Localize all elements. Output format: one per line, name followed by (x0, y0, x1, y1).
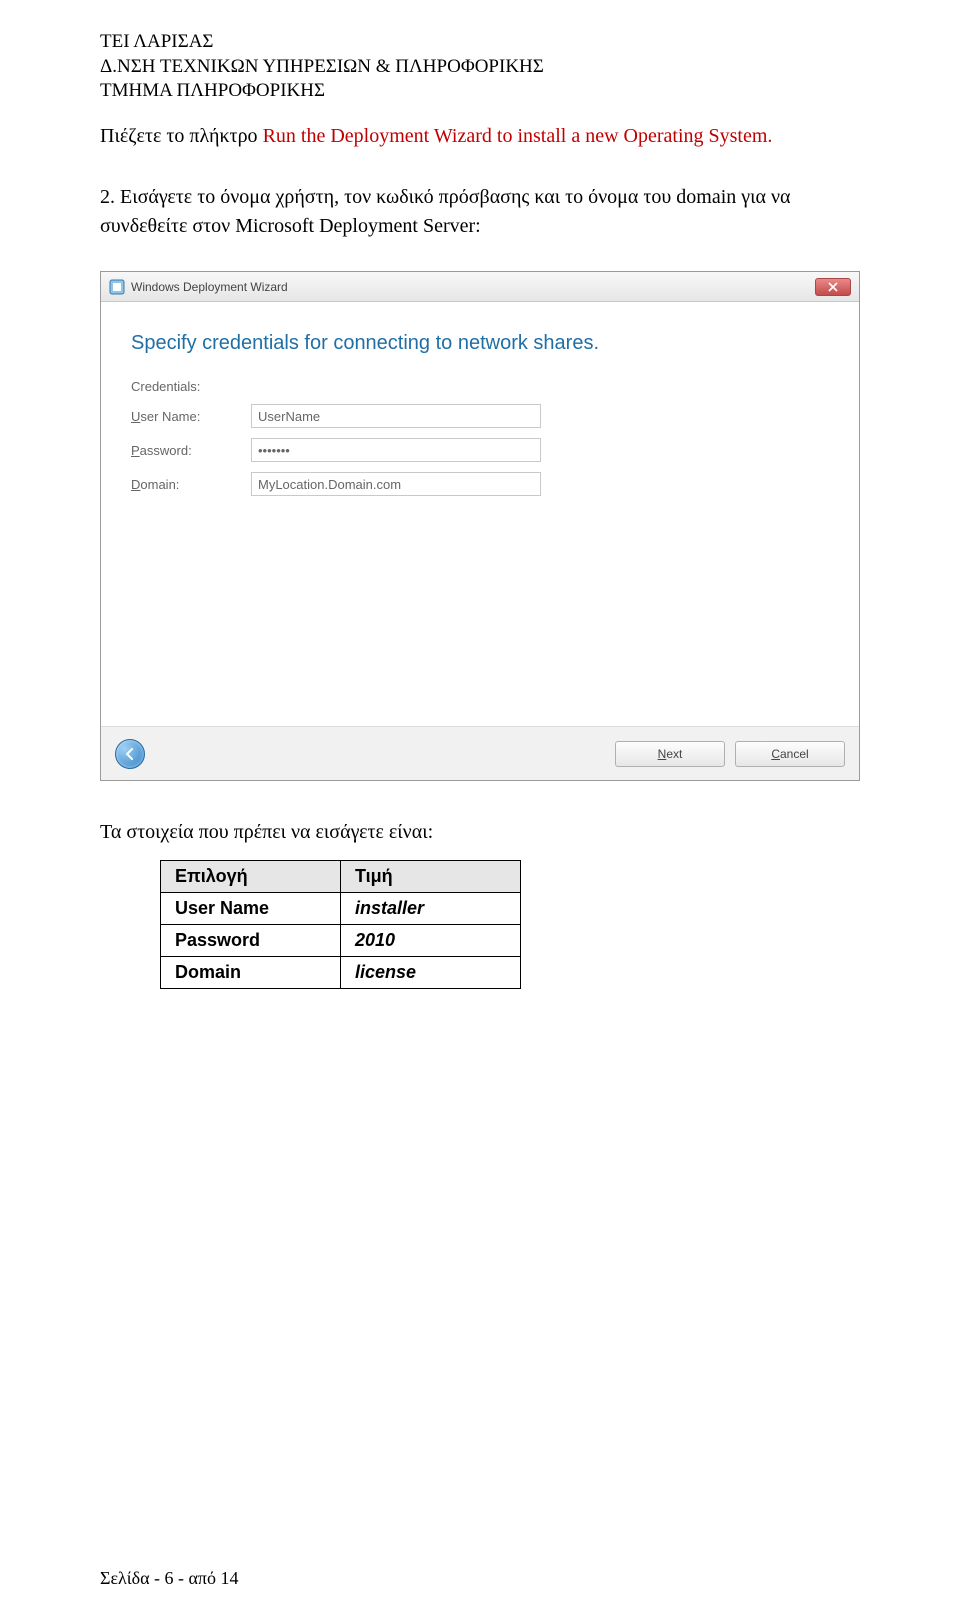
deployment-wizard-dialog: Windows Deployment Wizard Specify creden… (100, 271, 860, 781)
label-username: User Name: (131, 409, 251, 424)
input-domain[interactable] (251, 472, 541, 496)
label-domain: Domain: (131, 477, 251, 492)
paragraph-credentials-instructions: 2. Εισάγετε το όνομα χρήστη, τον κωδικό … (100, 183, 860, 241)
dialog-title-text: Windows Deployment Wizard (131, 280, 288, 294)
row-domain: Domain: (131, 472, 829, 496)
label-username-rest: ser Name: (140, 409, 200, 424)
row-username: User Name: (131, 404, 829, 428)
label-domain-rest: omain: (140, 477, 179, 492)
table-caption: Τα στοιχεία που πρέπει να εισάγετε είναι… (100, 821, 860, 844)
label-password-rest: assword: (140, 443, 192, 458)
table-cell-val: license (341, 957, 521, 989)
header-line-3: ΤΜΗΜΑ ΠΛΗΡΟΦΟΡΙΚΗΣ (100, 79, 860, 104)
back-button[interactable] (115, 739, 145, 769)
paragraph-run-wizard: Πιέζετε το πλήκτρο Run the Deployment Wi… (100, 122, 860, 151)
header-line-2: Δ.ΝΣΗ ΤΕΧΝΙΚΩΝ ΥΠΗΡΕΣΙΩΝ & ΠΛΗΡΟΦΟΡΙΚΗΣ (100, 55, 860, 80)
table-cell-val: installer (341, 893, 521, 925)
paragraph1-highlight: Run the Deployment Wizard to install a n… (263, 125, 773, 147)
next-button[interactable]: Next (615, 741, 725, 767)
dialog-titlebar: Windows Deployment Wizard (101, 272, 859, 302)
table-header-value: Τιμή (341, 861, 521, 893)
table-header-row: Επιλογή Τιμή (161, 861, 521, 893)
label-domain-access-key: D (131, 477, 140, 492)
close-button[interactable] (815, 278, 851, 296)
back-arrow-icon (122, 746, 138, 762)
table-row: Domain license (161, 957, 521, 989)
cancel-button-access-key: C (771, 747, 780, 761)
page-header: ΤΕΙ ΛΑΡΙΣΑΣ Δ.ΝΣΗ ΤΕΧΝΙΚΩΝ ΥΠΗΡΕΣΙΩΝ & Π… (100, 30, 860, 104)
table-cell-val: 2010 (341, 925, 521, 957)
table-header-option: Επιλογή (161, 861, 341, 893)
credentials-table: Επιλογή Τιμή User Name installer Passwor… (160, 860, 521, 989)
label-username-access-key: U (131, 409, 140, 424)
table-cell-key: Password (161, 925, 341, 957)
dialog-button-bar: Next Cancel (101, 726, 859, 780)
cancel-button-rest: ancel (780, 747, 809, 761)
dialog-heading: Specify credentials for connecting to ne… (131, 332, 829, 355)
input-password[interactable] (251, 438, 541, 462)
input-username[interactable] (251, 404, 541, 428)
next-button-rest: ext (666, 747, 682, 761)
paragraph1-prefix: Πιέζετε το πλήκτρο (100, 125, 263, 147)
cancel-button[interactable]: Cancel (735, 741, 845, 767)
next-button-access-key: N (658, 747, 667, 761)
credentials-label: Credentials: (131, 379, 829, 394)
row-password: Password: (131, 438, 829, 462)
table-row: Password 2010 (161, 925, 521, 957)
table-row: User Name installer (161, 893, 521, 925)
table-cell-key: Domain (161, 957, 341, 989)
label-password: Password: (131, 443, 251, 458)
table-cell-key: User Name (161, 893, 341, 925)
page-footer: Σελίδα - 6 - από 14 (100, 1568, 239, 1589)
app-icon (109, 279, 125, 295)
close-icon (828, 282, 838, 292)
label-password-access-key: P (131, 443, 140, 458)
header-line-1: ΤΕΙ ΛΑΡΙΣΑΣ (100, 30, 860, 55)
